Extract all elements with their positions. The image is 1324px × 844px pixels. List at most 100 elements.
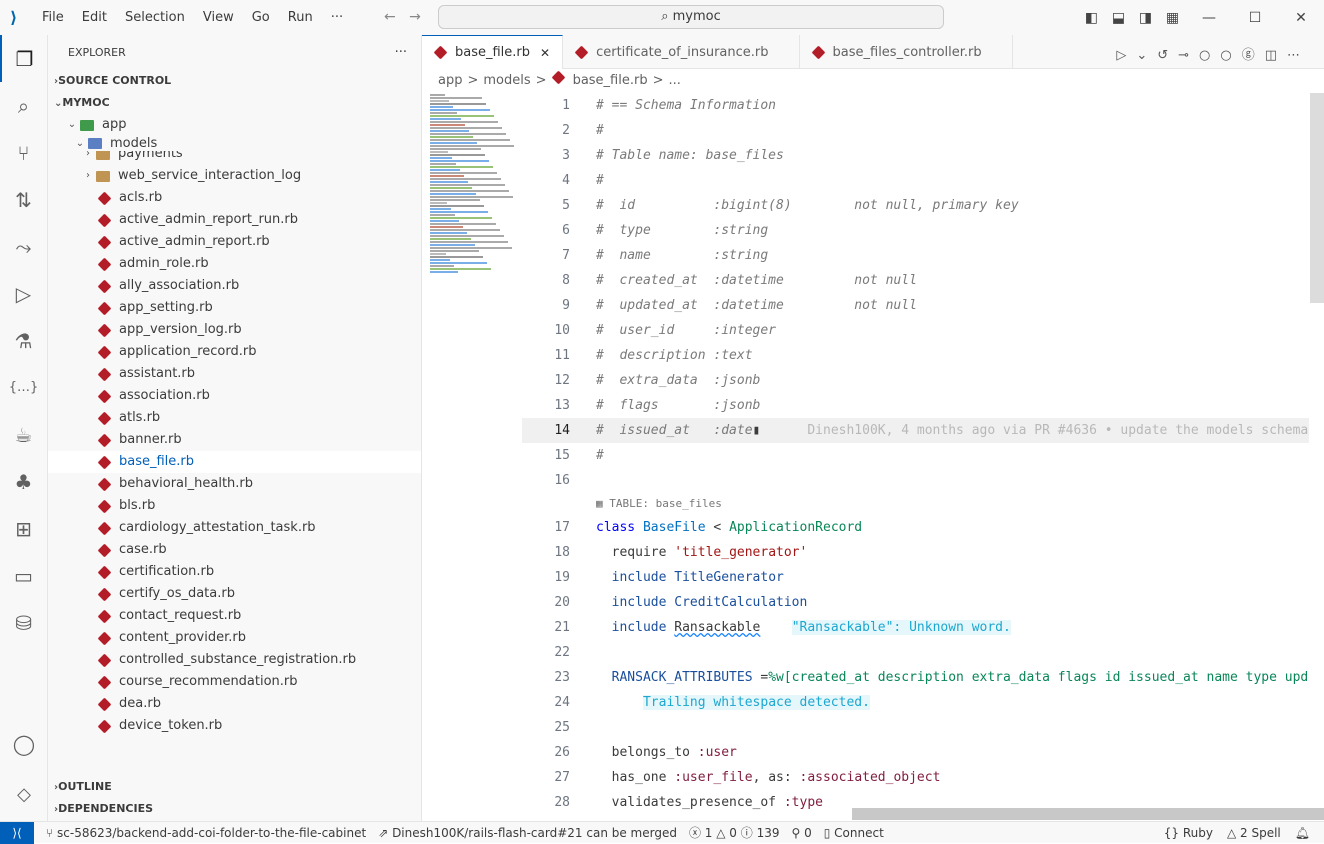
file-item[interactable]: dea.rb [48, 693, 421, 715]
run-debug-icon[interactable]: ▷ [0, 270, 47, 317]
folder-models[interactable]: ⌄ models [48, 136, 421, 151]
file-item[interactable]: application_record.rb [48, 341, 421, 363]
breadcrumb-item[interactable]: ... [669, 73, 681, 88]
more-actions-icon[interactable]: ··· [395, 35, 407, 70]
code-line[interactable]: 2 # [522, 118, 1309, 143]
code-line[interactable]: 10 # user_id :integer [522, 318, 1309, 343]
toggle-secondary-sidebar-icon[interactable]: ◨ [1132, 10, 1159, 26]
code-line[interactable]: 11 # description :text [522, 343, 1309, 368]
branch-item[interactable]: ⑂ sc-58623/backend-add-coi-folder-to-the… [46, 826, 366, 840]
tab-base_file-rb[interactable]: base_file.rb ✕ [422, 35, 564, 69]
folder-item[interactable]: › web_service_interaction_log [48, 165, 421, 187]
file-item[interactable]: cardiology_attestation_task.rb [48, 517, 421, 539]
folder-icon[interactable]: ▭ [0, 552, 47, 599]
code-line[interactable]: 6 # type :string [522, 218, 1309, 243]
file-item[interactable]: app_version_log.rb [48, 319, 421, 341]
code-line[interactable]: 4 # [522, 168, 1309, 193]
file-item[interactable]: behavioral_health.rb [48, 473, 421, 495]
json-icon[interactable]: {…} [0, 364, 47, 411]
file-item[interactable]: assistant.rb [48, 363, 421, 385]
file-item[interactable]: active_admin_report.rb [48, 231, 421, 253]
code-line[interactable]: 1 # == Schema Information [522, 93, 1309, 118]
problems-item[interactable]: ⓧ 1 △ 0 ⓘ 139 [689, 824, 780, 841]
code-line[interactable]: 13 # flags :jsonb [522, 393, 1309, 418]
close-tab-icon[interactable]: ✕ [540, 46, 550, 60]
tree-icon[interactable]: ♣ [0, 458, 47, 505]
minimize-button[interactable]: — [1186, 10, 1232, 26]
toggle-panel-icon[interactable]: ⬓ [1105, 10, 1132, 26]
outline-section[interactable]: ›OUTLINE [48, 776, 421, 798]
menu-item[interactable]: File [42, 10, 64, 25]
vertical-scrollbar[interactable] [1310, 93, 1324, 303]
menu-item[interactable]: Go [252, 10, 270, 25]
mymoc-section[interactable]: ⌄MYMOC [48, 92, 421, 114]
pr-item[interactable]: ⇗ Dinesh100K/rails-flash-card#21 can be … [378, 826, 677, 840]
file-item[interactable]: atls.rb [48, 407, 421, 429]
code-line[interactable]: 18 require 'title_generator' [522, 540, 1309, 565]
code-line[interactable]: 21 include Ransackable "Ransackable": Un… [522, 615, 1309, 640]
code-line[interactable]: 27 has_one :user_file, as: :associated_o… [522, 765, 1309, 790]
file-item[interactable]: base_file.rb [48, 451, 421, 473]
breadcrumb-item[interactable]: app [438, 73, 462, 88]
code-line[interactable]: 8 # created_at :datetime not null [522, 268, 1309, 293]
menu-item[interactable]: Selection [125, 10, 185, 25]
database-icon[interactable]: ⛁ [0, 599, 47, 646]
tab-base_files_controller-rb[interactable]: base_files_controller.rb [800, 35, 1013, 69]
folder-app[interactable]: ⌄ app [48, 114, 421, 136]
notifications-icon[interactable]: 🔔︎ [1295, 822, 1310, 844]
file-item[interactable]: device_token.rb [48, 715, 421, 737]
extensions-icon[interactable]: ⊞ [0, 505, 47, 552]
code-line[interactable]: 19 include TitleGenerator [522, 565, 1309, 590]
connect-item[interactable]: ▯ Connect [824, 826, 884, 840]
maximize-button[interactable]: ☐ [1232, 10, 1278, 26]
source-control-icon[interactable]: ⑂ [0, 129, 47, 176]
code-line[interactable]: 23 RANSACK_ATTRIBUTES =%w[created_at des… [522, 665, 1309, 690]
git-graph-icon[interactable]: ⤳ [0, 223, 47, 270]
dependencies-section[interactable]: ›DEPENDENCIES [48, 798, 421, 820]
pull-request-icon[interactable]: ⇅ [0, 176, 47, 223]
menu-item[interactable]: View [203, 10, 234, 25]
file-item[interactable]: content_provider.rb [48, 627, 421, 649]
codelens-table[interactable]: ▦ TABLE: base_files [522, 493, 1309, 515]
code-line[interactable]: 5 # id :bigint(8) not null, primary key [522, 193, 1309, 218]
breadcrumb-item[interactable]: models [483, 73, 530, 88]
menu-item[interactable]: ··· [331, 10, 343, 25]
file-item[interactable]: app_setting.rb [48, 297, 421, 319]
file-item[interactable]: contact_request.rb [48, 605, 421, 627]
toggle-sidebar-icon[interactable]: ◧ [1078, 10, 1105, 26]
code-line[interactable]: 24 Trailing whitespace detected. [522, 690, 1309, 715]
code-line[interactable]: 16 [522, 468, 1309, 493]
code-line[interactable]: 9 # updated_at :datetime not null [522, 293, 1309, 318]
code-area[interactable]: 1 # == Schema Information 2 #3 # Table name:… [522, 93, 1309, 821]
minimap[interactable] [422, 93, 522, 303]
code-line[interactable]: 14 # issued_at :date▮ Dinesh100K, 4 month… [522, 418, 1309, 443]
code-line[interactable]: 15 # [522, 443, 1309, 468]
file-item[interactable]: ally_association.rb [48, 275, 421, 297]
command-center-search[interactable]: ⌕ mymoc [438, 5, 944, 29]
file-item[interactable]: bls.rb [48, 495, 421, 517]
horizontal-scrollbar[interactable] [852, 808, 1324, 820]
menu-item[interactable]: Run [288, 10, 313, 25]
tab-certificate_of_insurance-rb[interactable]: certificate_of_insurance.rb [563, 35, 800, 69]
code-line[interactable]: 12 # extra_data :jsonb [522, 368, 1309, 393]
spell-item[interactable]: △ 2 Spell [1227, 822, 1281, 844]
testing-icon[interactable]: ⚗ [0, 317, 47, 364]
file-item[interactable]: admin_role.rb [48, 253, 421, 275]
file-item[interactable]: association.rb [48, 385, 421, 407]
genie-icon[interactable]: ☕ [0, 411, 47, 458]
file-item[interactable]: case.rb [48, 539, 421, 561]
code-line[interactable]: 26 belongs_to :user [522, 740, 1309, 765]
file-item[interactable]: acls.rb [48, 187, 421, 209]
close-button[interactable]: ✕ [1278, 10, 1324, 26]
code-line[interactable]: 20 include CreditCalculation [522, 590, 1309, 615]
file-item[interactable]: certification.rb [48, 561, 421, 583]
code-line[interactable]: 22 [522, 640, 1309, 665]
source-control-section[interactable]: ›SOURCE CONTROL [48, 70, 421, 92]
code-line[interactable]: 17 class BaseFile < ApplicationRecord [522, 515, 1309, 540]
code-line[interactable]: 3 # Table name: base_files [522, 143, 1309, 168]
remote-button[interactable]: ⟩⟨ [0, 821, 34, 844]
file-item[interactable]: active_admin_report_run.rb [48, 209, 421, 231]
code-line[interactable]: 7 # name :string [522, 243, 1309, 268]
file-item[interactable]: device.rb [48, 737, 421, 738]
file-item[interactable]: controlled_substance_registration.rb [48, 649, 421, 671]
